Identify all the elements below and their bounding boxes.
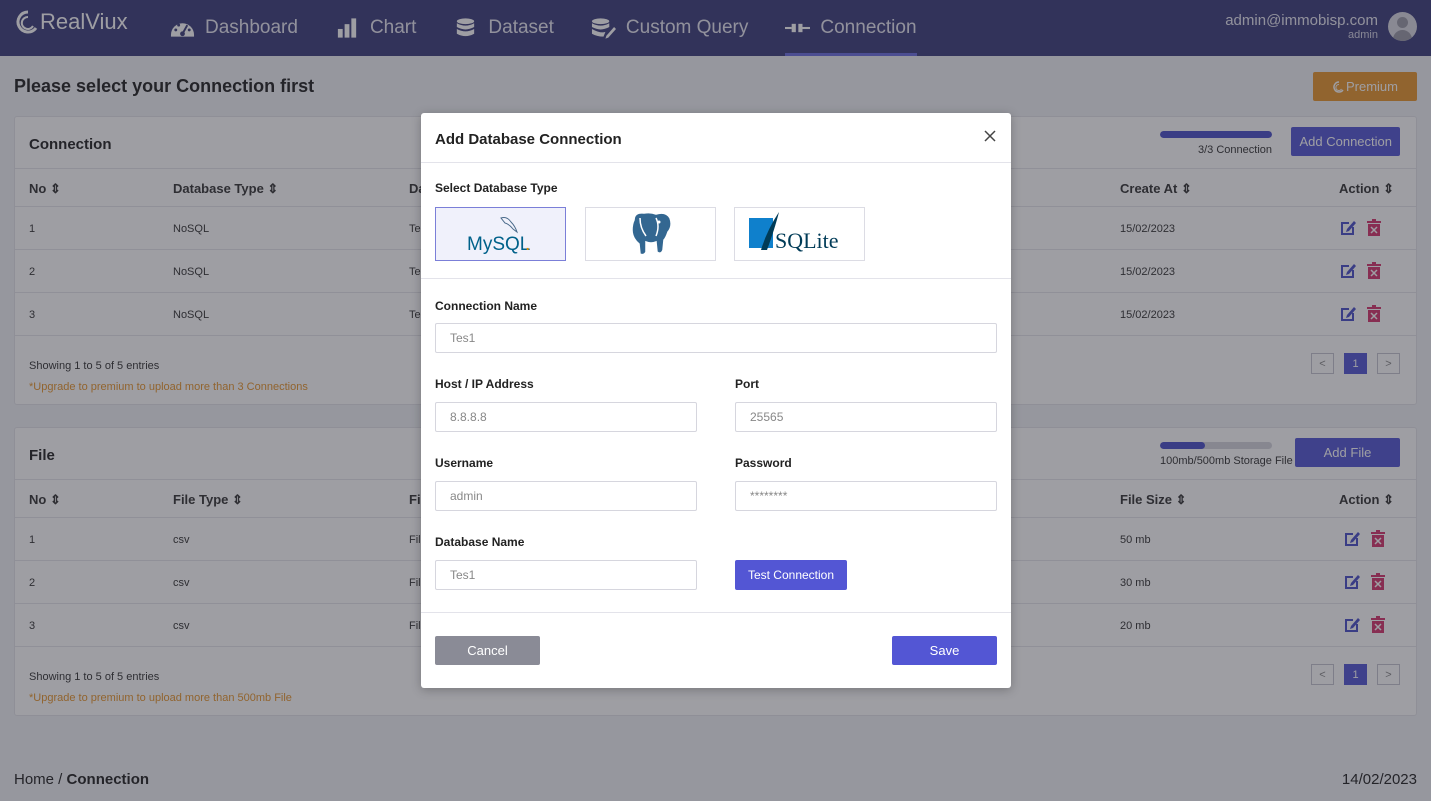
modal-header: Add Database Connection [421,113,1011,163]
sqlite-logo-icon: SQLite [748,212,839,253]
sqlite-logo-text: SQLite [775,228,839,253]
cancel-button[interactable]: Cancel [435,636,540,665]
close-icon[interactable] [983,129,997,143]
password-field[interactable]: ******** [735,481,997,511]
save-button[interactable]: Save [892,636,997,665]
modal-divider [421,278,1011,279]
modal-divider [421,612,1011,613]
password-label: Password [735,456,792,470]
connection-name-field[interactable]: Tes1 [435,323,997,353]
postgresql-elephant-icon [630,211,672,256]
mysql-logo-icon: MySQL . [467,217,530,255]
username-field[interactable]: admin [435,481,697,511]
port-field[interactable]: 25565 [735,402,997,432]
db-option-postgresql[interactable] [585,207,716,261]
test-connection-button[interactable]: Test Connection [735,560,847,590]
host-field[interactable]: 8.8.8.8 [435,402,697,432]
add-connection-modal: Add Database Connection Select Database … [421,113,1011,688]
db-option-mysql[interactable]: MySQL . [435,207,566,261]
username-label: Username [435,456,494,470]
port-label: Port [735,377,759,391]
mysql-logo-tm: . [525,234,530,255]
mysql-logo-text: MySQL [467,234,530,255]
select-database-type-label: Select Database Type [435,181,558,195]
host-label: Host / IP Address [435,377,534,391]
database-name-label: Database Name [435,535,525,549]
connection-name-label: Connection Name [435,299,538,313]
database-name-field[interactable]: Tes1 [435,560,697,590]
db-option-sqlite[interactable]: SQLite [734,207,865,261]
modal-title: Add Database Connection [435,131,622,148]
